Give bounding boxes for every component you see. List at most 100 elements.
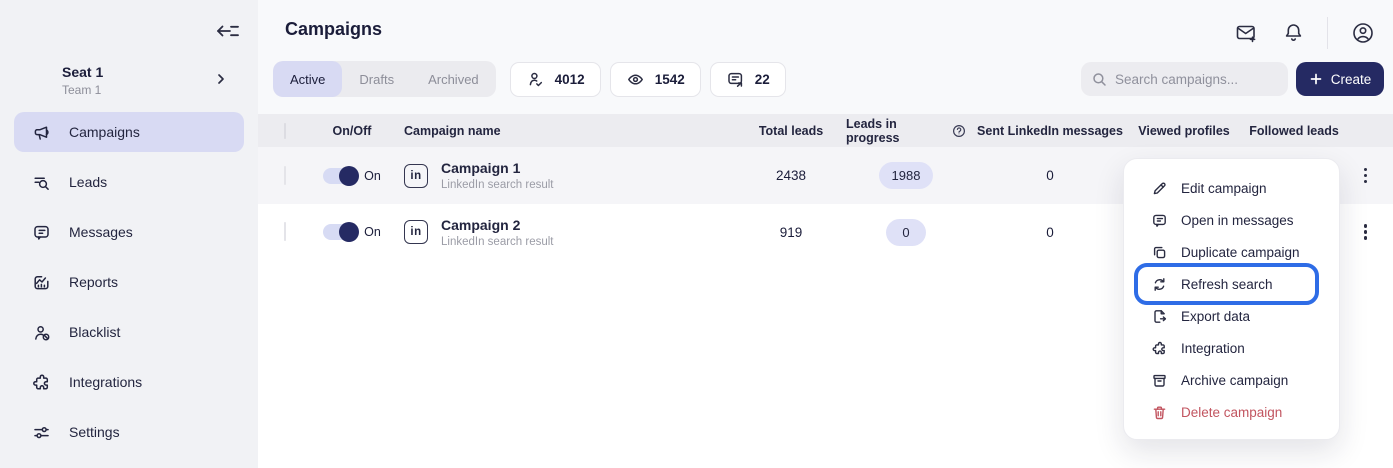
stat-chip-replies[interactable]: 22 [710,62,786,97]
sidebar-item-label: Reports [69,274,118,290]
stat-chip-leads-added[interactable]: 4012 [510,62,601,97]
person-block-icon [31,322,52,343]
sidebar-item-label: Leads [69,174,107,190]
campaign-name[interactable]: Campaign 1 [441,160,554,176]
collapse-sidebar-icon [214,19,242,43]
trash-icon [1151,404,1168,421]
help-circle-icon[interactable] [952,124,966,138]
leads-search-icon [31,172,52,193]
sidebar: Seat 1 Team 1 Campaigns [0,0,258,468]
column-header-campaign-name: Campaign name [396,124,736,138]
campaigns-app: Seat 1 Team 1 Campaigns [0,0,1393,468]
sidebar-item-campaigns[interactable]: Campaigns [14,112,244,152]
collapse-sidebar-button[interactable] [214,18,242,44]
menu-item-export-data[interactable]: Export data [1124,300,1339,332]
chat-arrow-icon [726,70,745,89]
menu-item-delete-campaign[interactable]: Delete campaign [1124,396,1339,428]
menu-item-label: Edit campaign [1181,181,1267,196]
leads-in-progress-badge: 1988 [879,162,934,189]
column-header-sent-messages: Sent LinkedIn messages [966,124,1134,138]
toolbar: Active Drafts Archived 4012 [273,62,1384,96]
campaign-subtitle: LinkedIn search result [441,179,554,191]
chevron-right-icon [214,72,228,86]
puzzle-icon [31,372,52,393]
bell-icon [1282,21,1305,45]
export-icon [1151,308,1168,325]
puzzle-icon [1151,340,1168,357]
sidebar-item-messages[interactable]: Messages [14,212,244,252]
menu-item-archive-campaign[interactable]: Archive campaign [1124,364,1339,396]
stat-value: 22 [755,72,770,87]
row-checkbox[interactable] [284,166,286,185]
column-header-on-off: On/Off [308,124,396,138]
search-input[interactable] [1115,72,1275,87]
toggle-label: On [364,225,381,239]
campaign-name[interactable]: Campaign 2 [441,217,554,233]
tab-drafts[interactable]: Drafts [342,61,411,97]
total-leads-value: 2438 [736,168,846,183]
stat-value: 1542 [655,72,685,87]
seat-switcher[interactable]: Seat 1 Team 1 [62,64,240,97]
menu-item-label: Integration [1181,341,1245,356]
mail-plus-icon [1234,21,1259,46]
profile-button[interactable] [1350,20,1376,46]
eye-icon [626,70,645,89]
campaign-status-tabs: Active Drafts Archived [273,61,496,97]
menu-item-duplicate-campaign[interactable]: Duplicate campaign [1124,236,1339,268]
notifications-button[interactable] [1282,21,1305,45]
sidebar-item-reports[interactable]: Reports [14,262,244,302]
sidebar-item-blacklist[interactable]: Blacklist [14,312,244,352]
sent-messages-value: 0 [966,225,1134,240]
row-actions-context-menu: Edit campaign Open in messages Duplicate… [1123,158,1340,440]
sent-messages-value: 0 [966,168,1134,183]
person-check-icon [526,70,545,89]
edit-icon [1151,180,1168,197]
create-button-label: Create [1331,72,1372,87]
column-header-viewed-profiles: Viewed profiles [1134,124,1234,138]
select-all-checkbox[interactable] [284,123,286,139]
tab-archived[interactable]: Archived [411,61,496,97]
sliders-icon [31,422,52,443]
row-actions-kebab-button[interactable] [1360,220,1372,244]
campaign-on-off-toggle[interactable] [323,224,357,240]
sidebar-item-integrations[interactable]: Integrations [14,362,244,402]
sidebar-item-settings[interactable]: Settings [14,412,244,452]
menu-item-label: Open in messages [1181,213,1294,228]
duplicate-icon [1151,244,1168,261]
toggle-label: On [364,169,381,183]
sidebar-item-leads[interactable]: Leads [14,162,244,202]
row-checkbox[interactable] [284,222,286,241]
menu-item-integration[interactable]: Integration [1124,332,1339,364]
menu-item-edit-campaign[interactable]: Edit campaign [1124,172,1339,204]
leads-in-progress-badge: 0 [886,219,926,246]
new-message-button[interactable] [1234,21,1259,46]
tab-active[interactable]: Active [273,61,342,97]
top-actions [1234,17,1376,49]
stat-chip-views[interactable]: 1542 [610,62,701,97]
megaphone-icon [31,122,52,143]
sidebar-item-label: Messages [69,224,133,240]
sidebar-nav: Campaigns Leads Messages [14,112,244,462]
menu-item-label: Refresh search [1181,277,1273,292]
linkedin-icon: in [404,220,428,244]
total-leads-value: 919 [736,225,846,240]
menu-item-label: Duplicate campaign [1181,245,1300,260]
table-header: On/Off Campaign name Total leads Leads i… [258,114,1393,147]
create-campaign-button[interactable]: Create [1296,62,1384,96]
menu-item-label: Delete campaign [1181,405,1282,420]
sidebar-item-label: Campaigns [69,124,140,140]
stats-chips: 4012 1542 [510,62,786,97]
archive-icon [1151,372,1168,389]
menu-item-open-in-messages[interactable]: Open in messages [1124,204,1339,236]
message-bubble-icon [1151,212,1168,229]
menu-item-label: Export data [1181,309,1250,324]
chart-icon [31,272,52,293]
linkedin-icon: in [404,164,428,188]
column-header-followed-leads: Followed leads [1234,124,1354,138]
column-header-leads-in-progress: Leads in progress [846,117,947,145]
column-header-total-leads: Total leads [736,124,846,138]
search-icon [1091,71,1108,88]
campaign-on-off-toggle[interactable] [323,168,357,184]
row-actions-kebab-button[interactable] [1360,164,1372,188]
menu-item-refresh-search[interactable]: Refresh search [1124,268,1339,300]
